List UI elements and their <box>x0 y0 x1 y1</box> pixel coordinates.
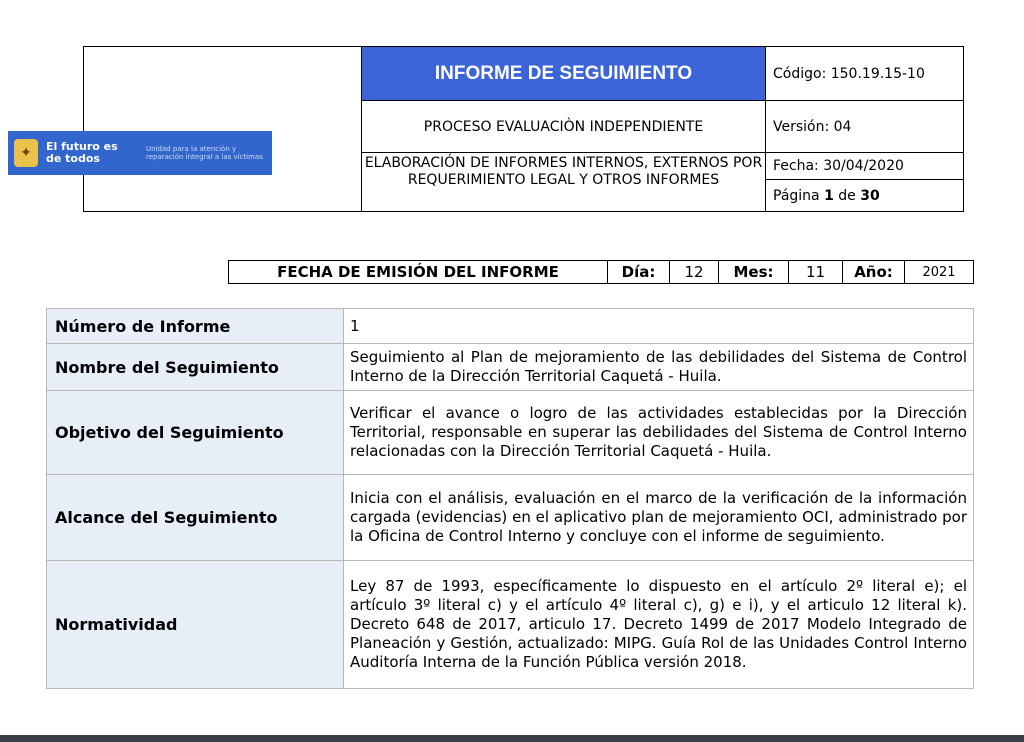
table-row: Número de Informe 1 <box>46 308 974 344</box>
table-row: Objetivo del Seguimiento Verificar el av… <box>46 390 974 475</box>
normatividad-value: Ley 87 de 1993, específicamente lo dispu… <box>343 560 974 689</box>
logo-cell <box>84 47 362 211</box>
logo-unit-name: Unidad para la atención y reparación int… <box>146 145 263 161</box>
alcance-label: Alcance del Seguimiento <box>46 474 344 561</box>
numero-label: Número de Informe <box>46 308 344 344</box>
objetivo-value: Verificar el avance o logro de las activ… <box>343 390 974 475</box>
year-label: Año: <box>843 261 905 283</box>
emission-date-title: FECHA DE EMISIÓN DEL INFORME <box>229 261 608 283</box>
month-value: 11 <box>789 261 843 283</box>
coat-of-arms-icon: ✦ <box>14 139 38 167</box>
document-version: Versión: 04 <box>766 101 963 153</box>
day-label: Día: <box>608 261 670 283</box>
year-value: 2021 <box>922 264 956 280</box>
nombre-label: Nombre del Seguimiento <box>46 343 344 391</box>
objetivo-label: Objetivo del Seguimiento <box>46 390 344 475</box>
document-date: Fecha: 30/04/2020 <box>766 153 963 180</box>
report-title: INFORME DE SEGUIMIENTO <box>362 47 766 101</box>
logo-tagline: El futuro es de todos <box>46 140 118 165</box>
institution-logo: ✦ El futuro es de todos Unidad para la a… <box>8 131 272 175</box>
month-label: Mes: <box>719 261 789 283</box>
page-current: 1 <box>824 187 834 204</box>
page-number: Página 1 de 30 <box>766 180 963 211</box>
bottom-bar <box>0 735 1024 742</box>
page-label: Página <box>773 187 820 204</box>
normatividad-label: Normatividad <box>46 560 344 689</box>
table-row: Normatividad Ley 87 de 1993, específicam… <box>46 560 974 689</box>
table-row: Alcance del Seguimiento Inicia con el an… <box>46 474 974 561</box>
table-row: Nombre del Seguimiento Seguimiento al Pl… <box>46 343 974 391</box>
alcance-value: Inicia con el análisis, evaluación en el… <box>343 474 974 561</box>
page-of: de <box>838 187 856 204</box>
emission-date-row: FECHA DE EMISIÓN DEL INFORME Día: 12 Mes… <box>228 260 974 284</box>
nombre-value: Seguimiento al Plan de mejoramiento de l… <box>343 343 974 391</box>
process-name: PROCESO EVALUACIÒN INDEPENDIENTE <box>362 101 766 153</box>
numero-value: 1 <box>343 308 974 344</box>
document-code: Código: 150.19.15-10 <box>766 47 963 101</box>
page-total: 30 <box>860 187 880 204</box>
day-value: 12 <box>670 261 719 283</box>
report-info-table: Número de Informe 1 Nombre del Seguimien… <box>46 308 974 689</box>
document-header: INFORME DE SEGUIMIENTO PROCESO EVALUACIÒ… <box>83 46 964 212</box>
elaboration-text: ELABORACIÓN DE INFORMES INTERNOS, EXTERN… <box>362 153 766 211</box>
